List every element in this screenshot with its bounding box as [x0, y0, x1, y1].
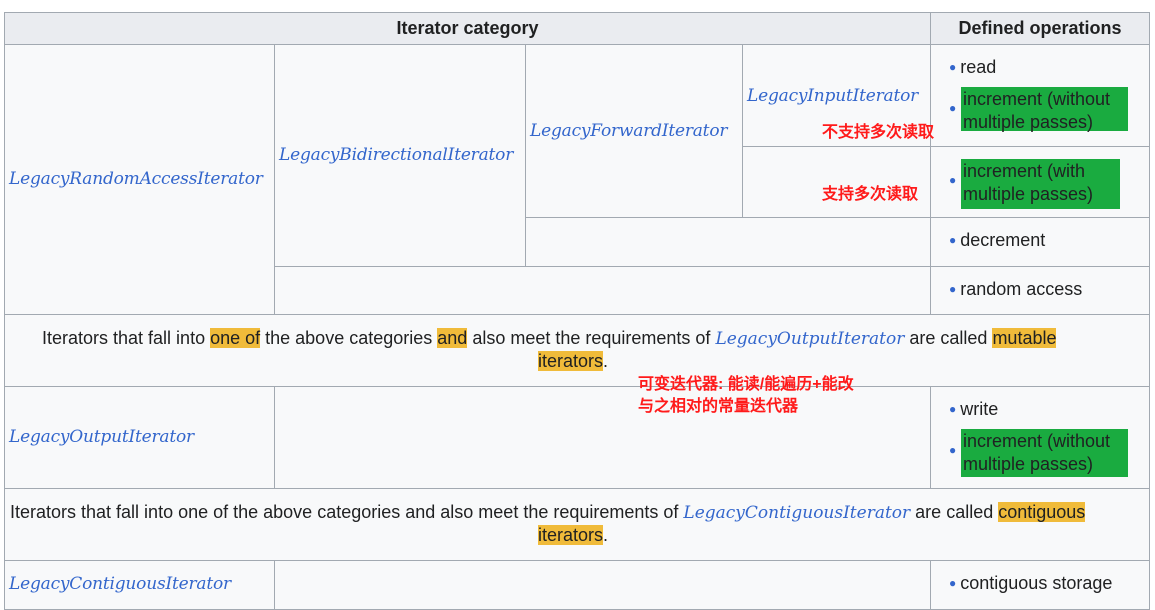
cell-empty-random: [274, 266, 931, 315]
note-mutable-line1: 可变迭代器: 能读/能遍历+能改: [638, 376, 854, 393]
op-random-access-label: random access: [960, 279, 1083, 299]
op-increment-no-multi-line2: multiple passes): [963, 112, 1094, 132]
note-no-multi-read: 不支持多次读取: [822, 124, 935, 141]
op-contiguous-storage-label: contiguous storage: [960, 573, 1113, 593]
op-write: ● write: [949, 399, 998, 420]
highlight: one of: [210, 328, 261, 348]
bullet-icon: ●: [949, 101, 957, 115]
link-contiguous-iterator-inline[interactable]: LegacyContiguousIterator: [683, 503, 910, 523]
link-bidirectional-iterator[interactable]: LegacyBidirectionalIterator: [279, 145, 513, 165]
note-multi-read: 支持多次读取: [822, 186, 919, 203]
header-defined-operations: Defined operations: [930, 12, 1150, 45]
op-decrement: ● decrement: [949, 230, 1045, 251]
contiguous-para-line2: iterators.: [538, 524, 608, 547]
bullet-icon: ●: [949, 443, 957, 457]
bullet-icon: ●: [949, 282, 957, 296]
mutable-para-line2: iterators.: [538, 350, 608, 373]
highlight: mutable: [992, 328, 1057, 348]
op-write-label: write: [960, 399, 999, 419]
text: also meet the requirements of: [467, 328, 716, 348]
text: the above categories: [260, 328, 438, 348]
bullet-icon: ●: [949, 402, 957, 416]
cell-output-empty: [274, 386, 931, 489]
bullet-icon: ●: [949, 60, 957, 74]
text: .: [603, 351, 609, 371]
op-increment-no-multi-line1: increment (without: [963, 89, 1111, 109]
op-increment-multi: increment (with multiple passes): [961, 159, 1120, 209]
highlight: iterators: [538, 351, 604, 371]
header-iterator-category-label: Iterator category: [396, 18, 539, 38]
bullet-icon: ●: [949, 173, 957, 187]
op-increment-multi-line1: increment (with: [963, 161, 1086, 181]
header-defined-operations-label: Defined operations: [958, 18, 1122, 38]
cell-contiguous-empty: [274, 560, 931, 610]
op-random-access: ● random access: [949, 279, 1082, 300]
highlight: iterators: [538, 525, 604, 545]
link-random-access-iterator[interactable]: LegacyRandomAccessIterator: [9, 169, 263, 189]
op-decrement-label: decrement: [960, 230, 1046, 250]
text: are called: [910, 502, 999, 522]
bullet-increment-no-multi: ●: [949, 98, 960, 119]
bullet-increment-multi: ●: [949, 170, 960, 191]
contiguous-para-line1: Iterators that fall into one of the abov…: [10, 501, 1086, 525]
bullet-icon: ●: [949, 233, 957, 247]
header-iterator-category: Iterator category: [4, 12, 931, 45]
link-mutable-output-iterator[interactable]: LegacyOutputIterator: [715, 329, 904, 349]
bullet-icon: ●: [949, 576, 957, 590]
op-contiguous-storage: ● contiguous storage: [949, 573, 1112, 594]
op-increment-no-multi: increment (without multiple passes): [961, 87, 1128, 132]
note-mutable-line2: 与之相对的常量迭代器: [638, 398, 799, 415]
link-output-iterator[interactable]: LegacyOutputIterator: [9, 427, 194, 447]
highlight: and: [437, 328, 468, 348]
text: .: [603, 525, 609, 545]
op-increment-multi-line2: multiple passes): [963, 184, 1094, 204]
mutable-para-line1: Iterators that fall into one of the abov…: [42, 327, 1057, 351]
op-out-increment-line2: multiple passes): [963, 454, 1094, 474]
text: Iterators that fall into: [42, 328, 211, 348]
text: Iterators that fall into one of the abov…: [10, 502, 684, 522]
op-read: ● read: [949, 57, 996, 78]
link-contiguous-iterator[interactable]: LegacyContiguousIterator: [9, 574, 231, 594]
cell-empty-decrement: [525, 217, 931, 267]
highlight: contiguous: [998, 502, 1086, 522]
op-out-increment-line1: increment (without: [963, 431, 1111, 451]
op-read-label: read: [960, 57, 997, 77]
text: are called: [904, 328, 993, 348]
link-input-iterator[interactable]: LegacyInputIterator: [747, 86, 918, 106]
bullet-out-increment: ●: [949, 440, 960, 461]
link-forward-iterator[interactable]: LegacyForwardIterator: [530, 121, 727, 141]
op-out-increment: increment (without multiple passes): [961, 429, 1128, 477]
